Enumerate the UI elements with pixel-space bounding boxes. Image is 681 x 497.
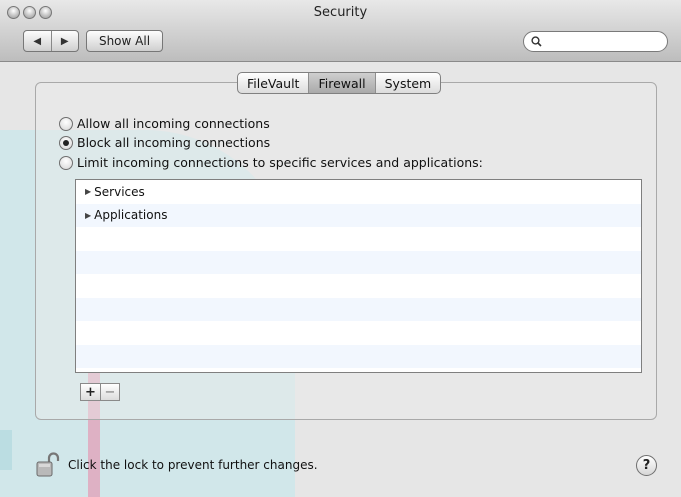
add-button[interactable]: + [81, 384, 100, 400]
disclosure-triangle-icon[interactable]: ▶ [85, 211, 91, 220]
limit-connections-radio[interactable] [59, 155, 73, 170]
list-item-applications[interactable]: ▶ Applications [76, 203, 641, 227]
block-all-radio[interactable] [59, 135, 73, 150]
remove-button[interactable]: − [100, 384, 119, 400]
limit-connections-option[interactable]: Limit incoming connections to specific s… [59, 155, 483, 170]
tab-firewall[interactable]: Firewall [308, 73, 375, 93]
lock-message: Click the lock to prevent further change… [68, 458, 318, 472]
allow-all-radio[interactable] [59, 116, 73, 131]
show-all-button[interactable]: Show All [86, 30, 163, 52]
limit-connections-label: Limit incoming connections to specific s… [77, 155, 483, 170]
search-field[interactable] [523, 31, 668, 52]
right-arrow-icon: ▶ [60, 35, 69, 47]
lock-icon[interactable] [36, 452, 60, 478]
allow-all-label: Allow all incoming connections [77, 116, 270, 131]
forward-button[interactable]: ▶ [50, 31, 79, 51]
title-bar: Security ◀ ▶ Show All [0, 0, 681, 62]
list-item-empty [76, 321, 641, 345]
list-item-empty [76, 274, 641, 298]
search-input[interactable] [546, 34, 656, 49]
list-item-label: Applications [94, 208, 168, 223]
search-icon [531, 36, 542, 47]
back-button[interactable]: ◀ [24, 31, 51, 51]
left-arrow-icon: ◀ [33, 35, 42, 47]
tab-system[interactable]: System [374, 73, 441, 93]
allow-all-option[interactable]: Allow all incoming connections [59, 116, 270, 131]
list-item-services[interactable]: ▶ Services [76, 180, 641, 204]
window-title: Security [313, 5, 368, 20]
tab-filevault[interactable]: FileVault [238, 73, 308, 93]
list-item-empty [76, 344, 641, 368]
radio-selected-dot [63, 139, 69, 146]
list-item-empty [76, 297, 641, 321]
security-window: Security ◀ ▶ Show All FileVault Firewall… [0, 0, 681, 497]
block-all-option[interactable]: Block all incoming connections [59, 135, 270, 150]
disclosure-triangle-icon[interactable]: ▶ [85, 187, 91, 196]
add-remove-buttons: + − [80, 383, 120, 401]
help-button[interactable]: ? [636, 455, 657, 476]
background-mark [0, 430, 12, 470]
tab-bar: FileVault Firewall System [237, 72, 442, 94]
block-all-label: Block all incoming connections [77, 135, 271, 150]
list-item-empty [76, 250, 641, 274]
list-item-empty [76, 227, 641, 251]
services-applications-list[interactable]: ▶ Services ▶ Applications [75, 179, 642, 373]
navigation-buttons: ◀ ▶ [23, 30, 79, 52]
list-item-label: Services [94, 184, 145, 199]
